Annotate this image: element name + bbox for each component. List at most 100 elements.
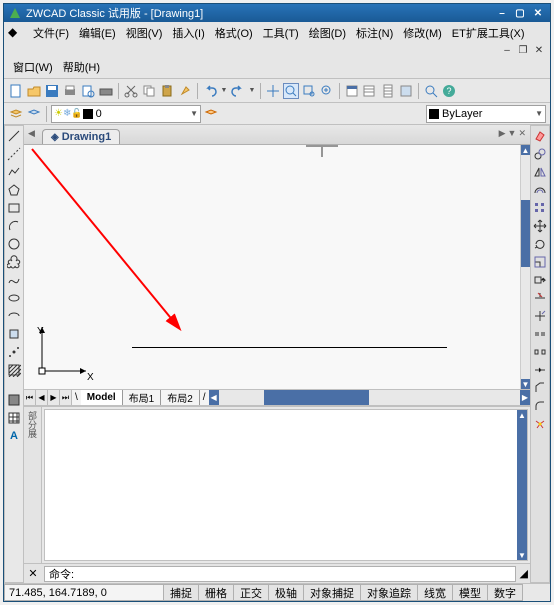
- copy-button[interactable]: [141, 83, 157, 99]
- chamfer-tool[interactable]: [532, 380, 548, 396]
- layout-first[interactable]: ⏮: [24, 390, 36, 405]
- layer-dropdown[interactable]: ☀ ❄ 🔓 0 ▼: [51, 105, 201, 123]
- insert-block-tool[interactable]: [6, 326, 22, 342]
- menu-file[interactable]: 文件(F): [28, 23, 74, 43]
- vscroll-up[interactable]: ▲: [521, 145, 530, 155]
- command-history[interactable]: ▲ ▼: [44, 409, 528, 561]
- layout-last[interactable]: ⏭: [60, 390, 72, 405]
- doc-tab[interactable]: ◈ Drawing1: [42, 129, 120, 144]
- paste-button[interactable]: [159, 83, 175, 99]
- layout2-tab[interactable]: 布局2: [161, 390, 200, 405]
- props-button[interactable]: [344, 83, 360, 99]
- polygon-tool[interactable]: [6, 182, 22, 198]
- menu-help[interactable]: 帮助(H): [58, 57, 105, 77]
- layer-tool-button[interactable]: [203, 106, 219, 122]
- tab-scroll-left[interactable]: ◀: [28, 128, 35, 139]
- model-tab[interactable]: Model: [81, 390, 123, 405]
- fillet-tool[interactable]: [532, 398, 548, 414]
- point-tool[interactable]: [6, 344, 22, 360]
- explode-tool[interactable]: [532, 416, 548, 432]
- break2-tool[interactable]: [532, 344, 548, 360]
- grid-toggle[interactable]: 栅格: [199, 584, 234, 601]
- command-input[interactable]: 命令:: [44, 566, 516, 582]
- cmd-vscroll-down[interactable]: ▼: [517, 550, 527, 560]
- layout1-tab[interactable]: 布局1: [123, 390, 162, 405]
- minimize-button[interactable]: –: [494, 6, 510, 20]
- hatch-tool[interactable]: [6, 362, 22, 378]
- menu-tools[interactable]: 工具(T): [258, 23, 304, 43]
- menu-format[interactable]: 格式(O): [210, 23, 258, 43]
- scale-tool[interactable]: [532, 254, 548, 270]
- hscroll-right[interactable]: ▶: [520, 390, 530, 405]
- redo-button[interactable]: [230, 83, 246, 99]
- region-tool[interactable]: [6, 392, 22, 408]
- erase-tool[interactable]: [532, 128, 548, 144]
- toolpalette-button[interactable]: [398, 83, 414, 99]
- vscroll-thumb[interactable]: [521, 200, 530, 267]
- menu-ettools[interactable]: ET扩展工具(X): [447, 23, 530, 43]
- doc-minimize-button[interactable]: –: [500, 43, 514, 57]
- undo-dropdown[interactable]: ▼: [220, 83, 228, 99]
- hscroll-left[interactable]: ◀: [209, 390, 219, 405]
- model-toggle[interactable]: 模型: [453, 584, 488, 601]
- ellipse-arc-tool[interactable]: [6, 308, 22, 324]
- layer-mgr-button[interactable]: [362, 83, 378, 99]
- stretch-tool[interactable]: [532, 272, 548, 288]
- otrack-toggle[interactable]: 对象追踪: [361, 584, 418, 601]
- layout-next[interactable]: ▶: [48, 390, 60, 405]
- tab-close[interactable]: ✕: [518, 128, 526, 139]
- snap-toggle[interactable]: 捕捉: [164, 584, 199, 601]
- cmd-vscroll-up[interactable]: ▲: [517, 410, 527, 420]
- zoom-all-button[interactable]: [423, 83, 439, 99]
- trim-tool[interactable]: [532, 290, 548, 306]
- cmd-vscroll-thumb[interactable]: [517, 420, 527, 550]
- zoom-window-button[interactable]: [301, 83, 317, 99]
- offset-tool[interactable]: [532, 182, 548, 198]
- extend-tool[interactable]: [532, 308, 548, 324]
- rotate-tool[interactable]: [532, 236, 548, 252]
- pline-tool[interactable]: [6, 164, 22, 180]
- polar-toggle[interactable]: 极轴: [269, 584, 304, 601]
- match-button[interactable]: [177, 83, 193, 99]
- design-center-button[interactable]: [380, 83, 396, 99]
- tab-menu[interactable]: ▼: [508, 128, 517, 139]
- print-button[interactable]: [62, 83, 78, 99]
- cmd-resize-handle[interactable]: ◢: [520, 567, 528, 580]
- drawing-canvas[interactable]: X Y: [24, 145, 520, 389]
- doc-restore-button[interactable]: ❐: [516, 43, 530, 57]
- maximize-button[interactable]: ▢: [512, 6, 528, 20]
- vscroll-down[interactable]: ▼: [521, 379, 530, 389]
- move-tool[interactable]: [532, 218, 548, 234]
- ellipse-tool[interactable]: [6, 290, 22, 306]
- menu-dim[interactable]: 标注(N): [351, 23, 398, 43]
- tab-scroll-right[interactable]: ▶: [499, 128, 506, 139]
- layer-button[interactable]: [8, 106, 24, 122]
- rect-tool[interactable]: [6, 200, 22, 216]
- table-tool[interactable]: [6, 410, 22, 426]
- copy-tool[interactable]: [532, 146, 548, 162]
- osnap-toggle[interactable]: 对象捕捉: [304, 584, 361, 601]
- menu-modify[interactable]: 修改(M): [398, 23, 447, 43]
- menu-view[interactable]: 视图(V): [121, 23, 168, 43]
- undo-button[interactable]: [202, 83, 218, 99]
- print2-button[interactable]: [98, 83, 114, 99]
- canvas-vscroll[interactable]: ▲ ▼: [520, 145, 530, 389]
- hscroll-thumb[interactable]: [264, 390, 369, 405]
- open-button[interactable]: [26, 83, 42, 99]
- array-tool[interactable]: [532, 200, 548, 216]
- break-tool[interactable]: [532, 326, 548, 342]
- layer-prev-button[interactable]: [26, 106, 42, 122]
- canvas-hscroll[interactable]: ◀ ▶: [209, 390, 530, 405]
- lwt-toggle[interactable]: 线宽: [418, 584, 453, 601]
- mirror-tool[interactable]: [532, 164, 548, 180]
- mtext-tool[interactable]: A: [6, 428, 22, 444]
- color-dropdown[interactable]: ByLayer ▼: [426, 105, 546, 123]
- redo-dropdown[interactable]: ▼: [248, 83, 256, 99]
- spline-tool[interactable]: [6, 272, 22, 288]
- menu-window[interactable]: 窗口(W): [8, 57, 58, 77]
- close-button[interactable]: ✕: [530, 6, 546, 20]
- layout-prev[interactable]: ◀: [36, 390, 48, 405]
- revcloud-tool[interactable]: [6, 254, 22, 270]
- menu-edit[interactable]: 编辑(E): [74, 23, 121, 43]
- xline-tool[interactable]: [6, 146, 22, 162]
